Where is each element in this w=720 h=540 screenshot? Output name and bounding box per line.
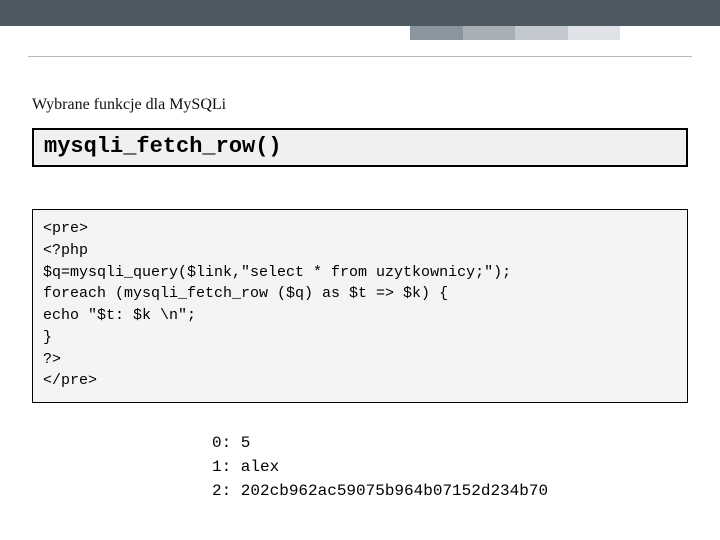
output-line: 0: 5	[212, 434, 250, 452]
code-line: ?>	[43, 351, 61, 368]
accent-seg	[463, 26, 516, 40]
output-line: 2: 202cb962ac59075b964b07152d234b70	[212, 482, 548, 500]
accent-strip	[410, 26, 620, 40]
code-line: </pre>	[43, 372, 97, 389]
code-line: }	[43, 329, 52, 346]
code-line: echo "$t: $k \n";	[43, 307, 196, 324]
slide-top-bar	[0, 0, 720, 26]
function-name-box: mysqli_fetch_row()	[32, 128, 688, 167]
section-subtitle: Wybrane funkcje dla MySQLi	[32, 96, 688, 114]
slide-content: Wybrane funkcje dla MySQLi mysqli_fetch_…	[0, 26, 720, 503]
code-line: <?php	[43, 242, 88, 259]
code-line: <pre>	[43, 220, 88, 237]
accent-seg	[410, 26, 463, 40]
output-block: 0: 5 1: alex 2: 202cb962ac59075b964b0715…	[212, 431, 688, 503]
accent-seg	[515, 26, 568, 40]
function-name: mysqli_fetch_row()	[44, 134, 282, 159]
code-example-box: <pre> <?php $q=mysqli_query($link,"selec…	[32, 209, 688, 403]
horizontal-rule	[28, 56, 692, 57]
code-line: foreach (mysqli_fetch_row ($q) as $t => …	[43, 285, 448, 302]
output-line: 1: alex	[212, 458, 279, 476]
code-line: $q=mysqli_query($link,"select * from uzy…	[43, 264, 511, 281]
accent-seg	[568, 26, 621, 40]
